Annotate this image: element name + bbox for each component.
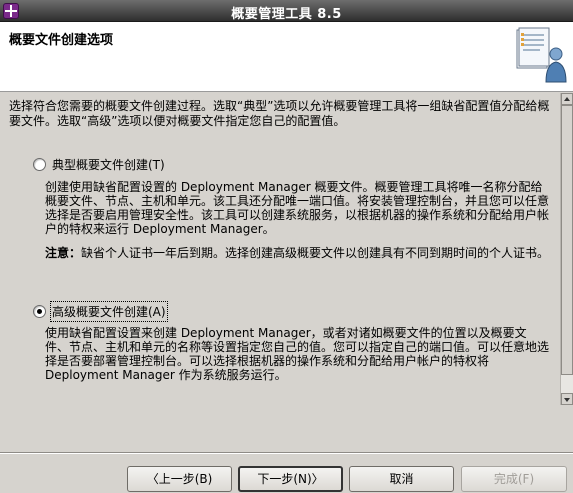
- intro-text: 选择符合您需要的概要文件创建过程。选取“典型”选项以允许概要管理工具将一组缺省配…: [9, 99, 550, 128]
- radio-label-advanced[interactable]: 高级概要文件创建(A): [50, 301, 168, 322]
- finish-button[interactable]: 完成(F): [461, 466, 567, 492]
- back-button[interactable]: 〈上一步(B): [127, 466, 232, 492]
- footer-divider: [0, 452, 573, 454]
- advanced-description: 使用缺省配置设置来创建 Deployment Manager，或者对诸如概要文件…: [45, 326, 550, 382]
- radio-advanced[interactable]: 高级概要文件创建(A): [33, 301, 168, 322]
- title-bar: 概要管理工具 8.5: [0, 0, 573, 22]
- typical-description: 创建使用缺省配置设置的 Deployment Manager 概要文件。概要管理…: [45, 180, 550, 236]
- radio-button[interactable]: [33, 158, 46, 171]
- header-banner: 概要文件创建选项: [0, 22, 573, 92]
- typical-note: 注意：缺省个人证书一年后到期。选择创建高级概要文件以创建具有不同到期时间的个人证…: [45, 246, 550, 260]
- document-person-icon: [516, 27, 567, 83]
- radio-typical[interactable]: 典型概要文件创建(T): [33, 156, 165, 173]
- options-panel: 选择符合您需要的概要文件创建过程。选取“典型”选项以允许概要管理工具将一组缺省配…: [0, 93, 560, 405]
- page-title: 概要文件创建选项: [9, 33, 114, 48]
- vertical-scrollbar[interactable]: [560, 93, 573, 405]
- radio-button-selected[interactable]: [33, 305, 46, 318]
- scrollbar-thumb[interactable]: [561, 105, 573, 375]
- radio-label-typical[interactable]: 典型概要文件创建(T): [52, 156, 165, 173]
- note-text: 缺省个人证书一年后到期。选择创建高级概要文件以创建具有不同到期时间的个人证书。: [81, 246, 550, 260]
- note-label: 注意：: [45, 246, 82, 260]
- scroll-down-icon[interactable]: [561, 393, 573, 405]
- window-title: 概要管理工具 8.5: [231, 7, 342, 22]
- scroll-up-icon[interactable]: [561, 93, 573, 105]
- cancel-button[interactable]: 取消: [349, 466, 454, 492]
- next-button[interactable]: 下一步(N)〉: [238, 466, 343, 492]
